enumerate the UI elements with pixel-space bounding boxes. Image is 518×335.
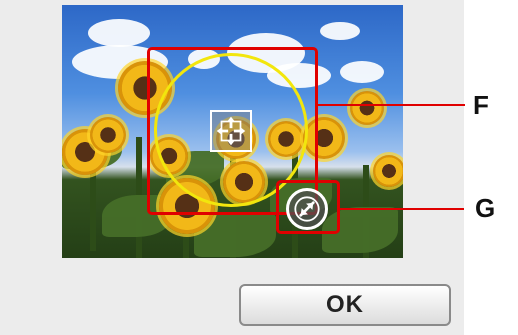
sunflower-head <box>90 117 126 153</box>
callout-label-f: F <box>473 90 489 120</box>
move-handle-button[interactable] <box>210 110 252 152</box>
cloud-shape <box>340 61 384 83</box>
ok-button[interactable]: OK <box>239 284 451 326</box>
callout-label-g: G <box>475 193 496 223</box>
move-arrows-icon <box>216 116 246 146</box>
callout-line-g <box>340 208 464 210</box>
screen: F G OK <box>0 0 518 335</box>
cloud-shape <box>88 19 150 47</box>
callout-line-f <box>318 104 465 106</box>
sunflower-head <box>373 155 403 187</box>
diagonal-resize-icon <box>294 196 320 222</box>
sunflower-head <box>350 91 384 125</box>
cloud-shape <box>320 22 360 40</box>
rotate-handle-button[interactable] <box>286 188 328 230</box>
